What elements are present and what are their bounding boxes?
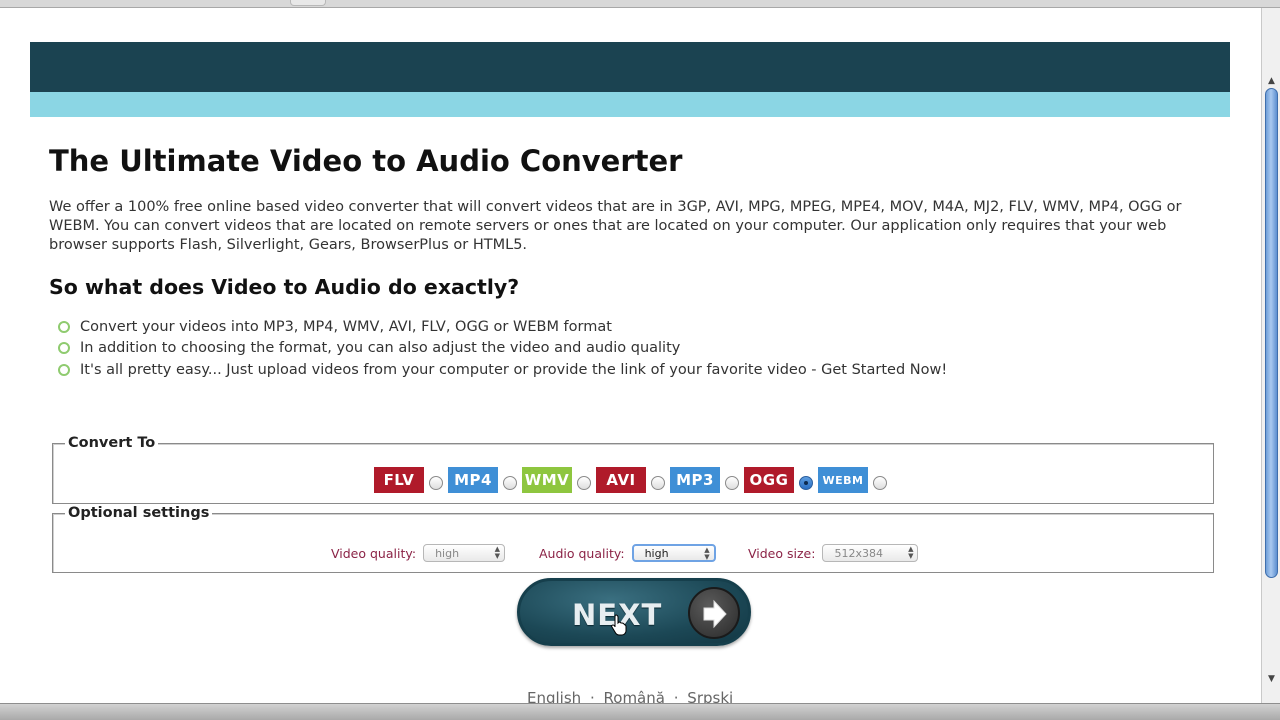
browser-tab-stub[interactable] [290, 0, 326, 6]
select-arrows-icon: ▲ ▼ [704, 546, 710, 561]
scroll-down-icon[interactable]: ▼ [1262, 672, 1280, 686]
format-badge-avi[interactable]: AVI [596, 467, 646, 493]
audio-quality-select[interactable]: high ▲ ▼ [631, 544, 716, 562]
format-radio-webm[interactable] [873, 476, 887, 490]
video-quality-label: Video quality: [331, 545, 417, 561]
circle-bullet-icon [58, 363, 70, 376]
intro-text: We offer a 100% free online based video … [49, 199, 1182, 253]
format-options: FLV MP4 WMV AVI MP3 OGG WEBM [374, 467, 892, 493]
next-button[interactable]: NEXT [517, 578, 751, 646]
format-option-ogg[interactable]: OGG [744, 467, 818, 493]
section-subtitle: So what does Video to Audio do exactly? [49, 275, 520, 299]
list-item: Convert your videos into MP3, MP4, WMV, … [58, 316, 947, 338]
select-arrows-icon: ▲ ▼ [494, 545, 501, 560]
video-quality-setting: Video quality: high ▲ ▼ [331, 543, 506, 563]
audio-quality-setting: Audio quality: high ▲ ▼ [539, 543, 716, 563]
audio-quality-label: Audio quality: [539, 545, 625, 561]
scroll-up-icon[interactable]: ▲ [1262, 74, 1280, 88]
format-badge-wmv[interactable]: WMV [522, 467, 572, 493]
format-option-flv[interactable]: FLV [374, 467, 448, 493]
format-radio-flv[interactable] [429, 476, 443, 490]
circle-bullet-icon [58, 342, 70, 355]
format-radio-mp3[interactable] [725, 476, 739, 490]
format-badge-mp4[interactable]: MP4 [448, 467, 498, 493]
browser-status-bar [0, 703, 1280, 720]
format-badge-webm[interactable]: WEBM [818, 467, 868, 493]
format-option-mp3[interactable]: MP3 [670, 467, 744, 493]
page-title: The Ultimate Video to Audio Converter [49, 144, 683, 178]
format-radio-avi[interactable] [651, 476, 665, 490]
video-quality-value: high [435, 546, 460, 560]
hand-cursor-icon [611, 614, 627, 636]
scroll-thumb[interactable] [1265, 88, 1278, 578]
site-header-strip [30, 92, 1230, 117]
select-arrows-icon: ▲ ▼ [908, 545, 914, 560]
browser-top-edge [0, 0, 1280, 8]
video-size-label: Video size: [748, 545, 816, 561]
feature-text: In addition to choosing the format, you … [80, 340, 681, 357]
arrow-right-icon [688, 587, 740, 639]
circle-bullet-icon [58, 320, 70, 333]
format-option-mp4[interactable]: MP4 [448, 467, 522, 493]
video-size-select[interactable]: 512x384 ▲ ▼ [822, 544, 919, 562]
format-radio-wmv[interactable] [577, 476, 591, 490]
video-quality-select[interactable]: high ▲ ▼ [423, 544, 506, 562]
optional-settings-legend: Optional settings [65, 505, 213, 522]
site-header [30, 42, 1230, 92]
format-badge-mp3[interactable]: MP3 [670, 467, 720, 493]
format-option-webm[interactable]: WEBM [818, 467, 892, 493]
format-badge-flv[interactable]: FLV [374, 467, 424, 493]
vertical-scrollbar[interactable]: ▲ ▼ [1261, 8, 1280, 704]
audio-quality-value: high [644, 546, 669, 560]
format-radio-mp4[interactable] [503, 476, 517, 490]
format-radio-ogg[interactable] [799, 476, 813, 490]
feature-list: Convert your videos into MP3, MP4, WMV, … [58, 316, 947, 381]
format-option-avi[interactable]: AVI [596, 467, 670, 493]
list-item: In addition to choosing the format, you … [58, 338, 947, 360]
feature-text: It's all pretty easy... Just upload vide… [80, 361, 948, 378]
video-size-setting: Video size: 512x384 ▲ ▼ [748, 543, 919, 563]
convert-to-legend: Convert To [65, 435, 159, 452]
video-size-value: 512x384 [834, 546, 883, 560]
format-badge-ogg[interactable]: OGG [744, 467, 794, 493]
feature-text: Convert your videos into MP3, MP4, WMV, … [80, 318, 612, 335]
format-option-wmv[interactable]: WMV [522, 467, 596, 493]
list-item: It's all pretty easy... Just upload vide… [58, 359, 947, 381]
